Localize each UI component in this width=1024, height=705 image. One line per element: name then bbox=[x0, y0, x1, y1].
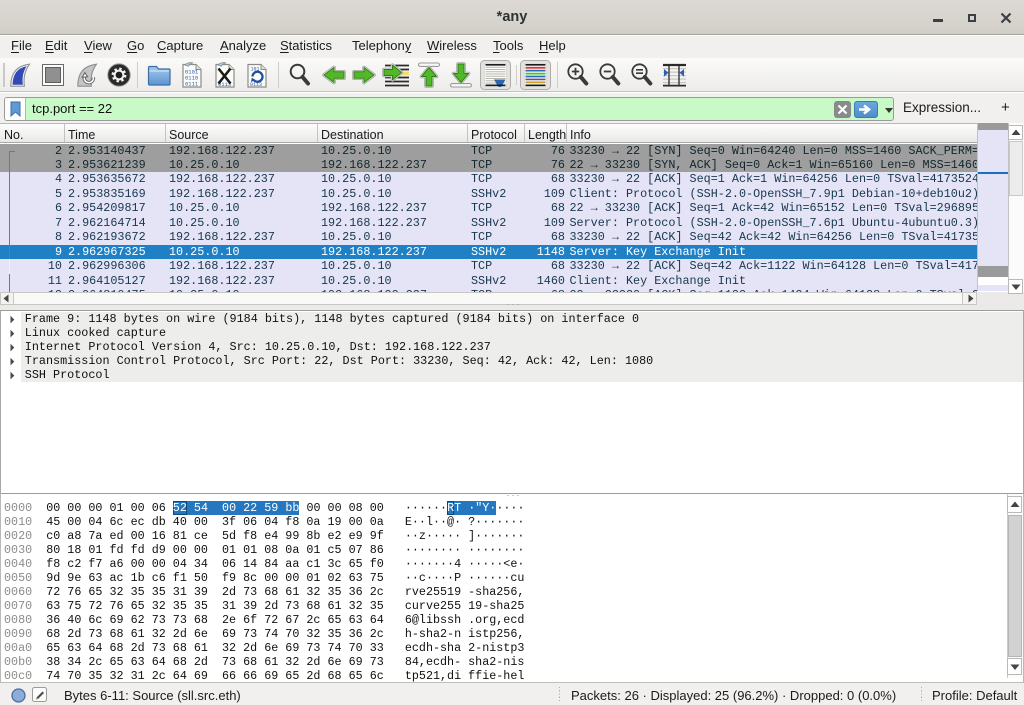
svg-text:0111: 0111 bbox=[185, 81, 199, 88]
svg-text:0113: 0113 bbox=[250, 82, 262, 88]
